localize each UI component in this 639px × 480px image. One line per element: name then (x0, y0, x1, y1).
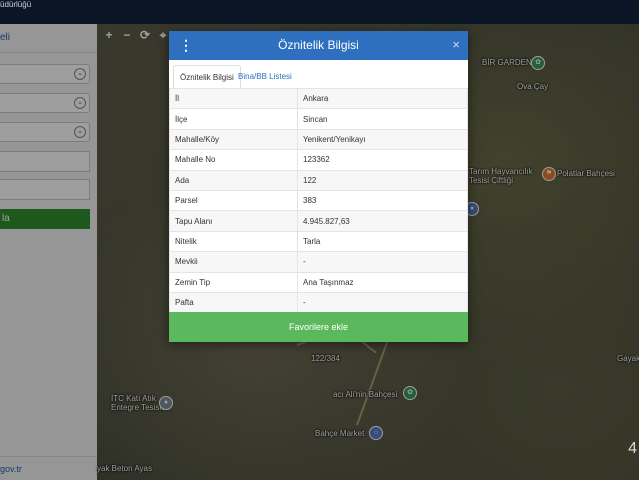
attribute-key: Mahalle/Köy (169, 128, 298, 151)
attribute-value: - (297, 291, 468, 314)
attribute-value: Yenikent/Yenikayı (297, 128, 468, 151)
attribute-key: Nitelik (169, 230, 298, 253)
attribute-table: İl Ankara İlçe Sincan Mahalle/Köy Yenikent/Ye… (169, 87, 468, 314)
attribute-key: İlçe (169, 108, 298, 130)
modal-tabs: Öznitelik Bilgisi Bina/BB Listesi (169, 60, 468, 90)
attribute-key: Mevkii (169, 251, 298, 273)
attribute-key: Zemin Tip (169, 271, 298, 293)
modal-header: Öznitelik Bilgisi ⋮ × (169, 31, 468, 60)
attribute-key: Mahalle No (169, 149, 298, 171)
add-to-favorites-button[interactable]: Favorilere ekle (169, 312, 468, 342)
table-row: Mahalle/Köy Yenikent/Yenikayı (169, 128, 468, 151)
table-row: Mahalle No 123362 (169, 149, 468, 171)
attribute-value: Tarla (297, 230, 468, 253)
attribute-key: Parsel (169, 189, 298, 212)
tab-attribute-info[interactable]: Öznitelik Bilgisi (173, 65, 241, 90)
table-row: Mevkii - (169, 251, 468, 273)
table-row: İl Ankara (169, 87, 468, 110)
page-number: 4 (628, 440, 637, 457)
table-row: Nitelik Tarla (169, 230, 468, 253)
kebab-menu-icon[interactable]: ⋮ (179, 37, 193, 53)
header-title: üdürlüğü (0, 0, 32, 9)
table-row: Parsel 383 (169, 189, 468, 212)
attribute-value: 122 (297, 169, 468, 191)
table-row: Pafta - (169, 291, 468, 314)
tab-building-list[interactable]: Bina/BB Listesi (232, 65, 298, 88)
attribute-key: Pafta (169, 291, 298, 314)
attribute-value: 4.945.827,63 (297, 210, 468, 232)
table-row: İlçe Sincan (169, 108, 468, 130)
attribute-value: Sincan (297, 108, 468, 130)
attribute-value: - (297, 251, 468, 273)
attribute-key: Tapu Alanı (169, 210, 298, 232)
attribute-key: Ada (169, 169, 298, 191)
attribute-key: İl (169, 87, 298, 110)
close-icon[interactable]: × (452, 37, 460, 53)
table-row: Tapu Alanı 4.945.827,63 (169, 210, 468, 232)
attribute-value: Ankara (297, 87, 468, 110)
table-row: Ada 122 (169, 169, 468, 191)
attribute-info-modal: Öznitelik Bilgisi ⋮ × Öznitelik Bilgisi … (169, 31, 468, 342)
attribute-value: Ana Taşınmaz (297, 271, 468, 293)
attribute-value: 383 (297, 189, 468, 212)
modal-title: Öznitelik Bilgisi (278, 38, 359, 52)
attribute-value: 123362 (297, 149, 468, 171)
top-header-bar: üdürlüğü (0, 0, 639, 24)
table-row: Zemin Tip Ana Taşınmaz (169, 271, 468, 293)
